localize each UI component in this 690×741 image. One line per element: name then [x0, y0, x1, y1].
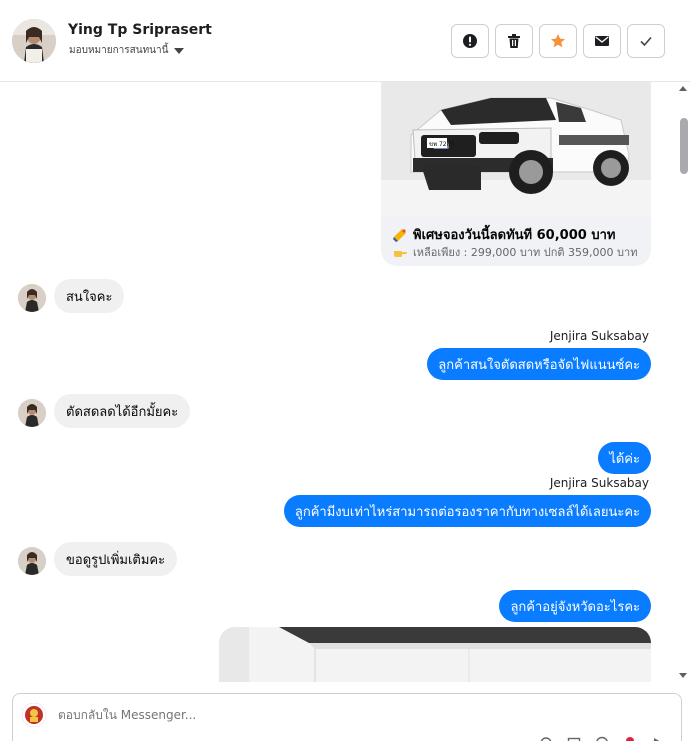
sender-avatar[interactable]: [18, 399, 46, 427]
incoming-message: ตัดสดลดได้อีกมั้ยคะ: [54, 394, 191, 428]
photo-message[interactable]: [219, 627, 651, 682]
reply-input[interactable]: [58, 708, 458, 722]
sender-avatar[interactable]: [18, 547, 46, 575]
alert-circle-icon: [463, 34, 477, 48]
outgoing-message: ได้ค่ะ: [598, 442, 651, 474]
card-subtitle-text: เหลือเพียง : 299,000 บาท ปกติ 359,000 บา…: [413, 246, 638, 259]
thread-scrollbar[interactable]: [678, 82, 690, 682]
scroll-up-icon[interactable]: [679, 86, 687, 91]
mark-done-button[interactable]: [627, 24, 665, 58]
outgoing-message: ลูกค้าอยู่จังหวัดอะไรคะ: [499, 590, 651, 622]
outgoing-message: ลูกค้าสนใจตัดสดหรือจัดไฟแนนซ์คะ: [427, 348, 651, 380]
attach-icon[interactable]: [539, 736, 553, 741]
product-card[interactable]: ขพ 7283 พิเศษจองวันนี้ลดทันที 60,000 บาท…: [381, 82, 651, 266]
product-photo: ขพ 7283: [381, 82, 651, 217]
pointing-hand-icon: [394, 251, 407, 257]
sender-name: Jenjira Suksabay: [549, 476, 649, 490]
message-thread: ขพ 7283 พิเศษจองวันนี้ลดทันที 60,000 บาท…: [0, 82, 690, 682]
sender-avatar[interactable]: [18, 284, 46, 312]
image-icon[interactable]: [567, 736, 581, 741]
card-title: พิเศษจองวันนี้ลดทันที 60,000 บาท: [393, 224, 615, 245]
conversation-header: Ying Tp Sriprasert มอบหมายการสนทนานี้: [0, 0, 690, 82]
scroll-down-icon[interactable]: [679, 673, 687, 678]
caret-down-icon: [174, 47, 185, 54]
assign-label: มอบหมายการสนทนานี้: [69, 45, 169, 56]
sender-name: Jenjira Suksabay: [549, 329, 649, 343]
star-icon: [551, 34, 565, 48]
check-icon: [640, 36, 652, 47]
contact-avatar[interactable]: [12, 19, 56, 63]
megaphone-icon: [393, 228, 406, 242]
card-subtitle: เหลือเพียง : 299,000 บาท ปกติ 359,000 บา…: [393, 243, 637, 261]
envelope-icon: [595, 36, 609, 46]
mark-unread-button[interactable]: [583, 24, 621, 58]
composer-tools: [539, 736, 665, 741]
send-icon[interactable]: [651, 736, 665, 741]
trash-icon: [508, 34, 520, 48]
assign-conversation-dropdown[interactable]: มอบหมายการสนทนานี้: [69, 43, 185, 58]
contact-name[interactable]: Ying Tp Sriprasert: [68, 22, 212, 38]
outgoing-message: ลูกค้ามีงบเท่าไหร่สามารถต่อรองราคากับทาง…: [283, 495, 651, 527]
scroll-thumb[interactable]: [680, 118, 688, 174]
card-title-text: พิเศษจองวันนี้ลดทันที 60,000 บาท: [413, 228, 616, 243]
follow-up-button[interactable]: [539, 24, 577, 58]
reply-composer: [12, 693, 682, 741]
notification-dot-icon[interactable]: [623, 736, 637, 741]
report-button[interactable]: [451, 24, 489, 58]
delete-button[interactable]: [495, 24, 533, 58]
incoming-message: ขอดูรูปเพิ่มเติมคะ: [54, 542, 178, 576]
license-plate-text: ขพ 7283: [429, 141, 454, 148]
page-avatar: [22, 703, 46, 727]
incoming-message: สนใจคะ: [54, 279, 125, 313]
emoji-icon[interactable]: [595, 736, 609, 741]
header-actions: [451, 24, 665, 58]
